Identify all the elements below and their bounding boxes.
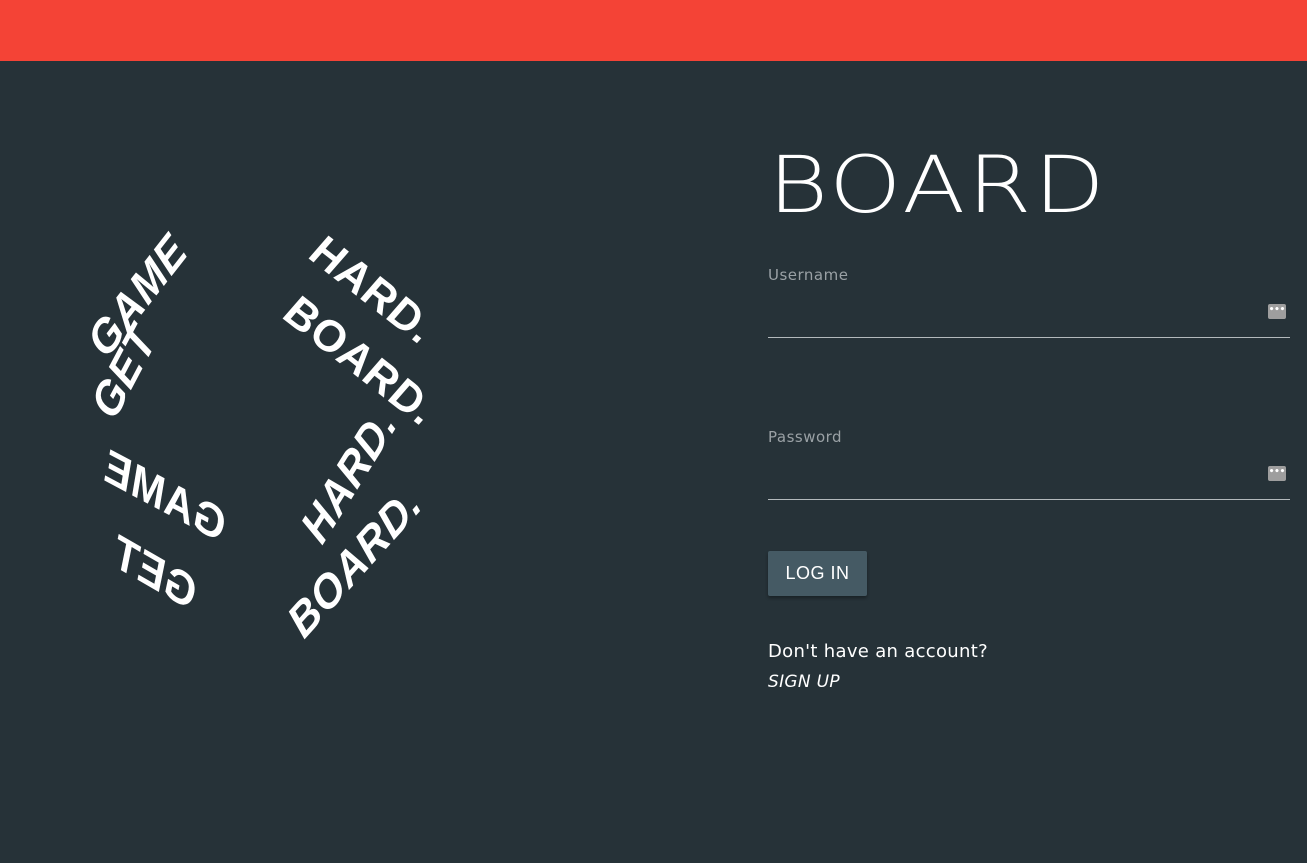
art-word-game-mirrored: GAME (96, 441, 233, 551)
password-field-group: Password ••• (768, 428, 1290, 500)
cube-word-art-svg: GAME GET GAME GET HARD. BOARD. HARD. BOA… (79, 224, 443, 648)
password-input[interactable] (768, 466, 1290, 500)
cube-word-art: GAME GET GAME GET HARD. BOARD. HARD. BOA… (60, 200, 480, 670)
username-field-group: Username ••• (768, 266, 1290, 338)
password-manager-icon[interactable]: ••• (1268, 304, 1286, 319)
password-manager-icon[interactable]: ••• (1268, 466, 1286, 481)
brand-title: BOARD (768, 141, 1108, 231)
top-app-bar (0, 0, 1307, 61)
art-word-get-mirrored: GET (103, 525, 205, 619)
signup-link[interactable]: SIGN UP (768, 672, 840, 692)
login-button[interactable]: LOG IN (768, 551, 867, 596)
password-label: Password (768, 428, 843, 446)
login-panel: BOARD Username ••• Password ••• LOG IN D… (768, 140, 1290, 692)
username-input[interactable] (768, 304, 1290, 338)
signup-prompt: Don't have an account? (768, 641, 988, 662)
username-label: Username (768, 266, 849, 284)
